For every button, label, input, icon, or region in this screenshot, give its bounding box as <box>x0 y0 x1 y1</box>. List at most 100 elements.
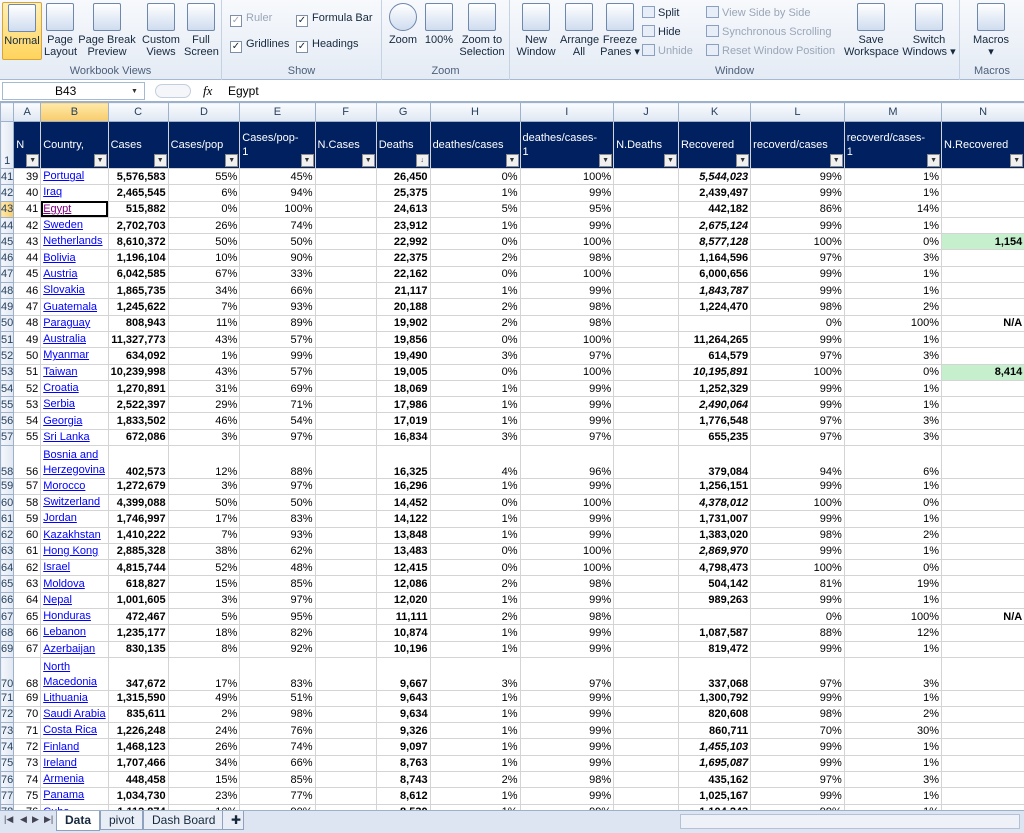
cases-cell[interactable]: 402,573 <box>107 445 169 479</box>
cases-cell[interactable]: 830,135 <box>107 640 169 658</box>
n-cases-cell[interactable] <box>314 216 377 235</box>
recovered-cases-1-cell[interactable]: 1% <box>843 640 943 658</box>
recovered-cases-1-cell[interactable]: 3% <box>843 428 943 447</box>
cases-pop-cell[interactable]: 26% <box>167 216 241 235</box>
n-deaths-cell[interactable] <box>613 167 679 186</box>
n-recovered-cell[interactable]: 8,414 <box>941 363 1024 381</box>
deaths-cases-1-cell[interactable]: 98% <box>519 314 615 332</box>
column-header[interactable]: G <box>375 102 431 122</box>
deaths-cases-1-cell[interactable]: 98% <box>519 575 615 593</box>
deaths-cases-1-cell[interactable]: 100% <box>519 493 615 512</box>
recovered-cases-cell[interactable]: 100% <box>750 233 845 251</box>
header-cell[interactable]: Cases/pop ▼ <box>167 121 241 169</box>
n-cell[interactable]: 74 <box>13 770 42 789</box>
deaths-cases-1-cell[interactable]: 99% <box>519 640 615 658</box>
country-link[interactable]: Lebanon <box>43 626 86 638</box>
country-cell[interactable]: Bosnia and Herzegovina <box>40 445 109 479</box>
row-header[interactable]: 70 <box>0 656 15 691</box>
n-cell[interactable]: 49 <box>13 330 42 349</box>
insert-function-icon[interactable]: fx <box>203 83 212 99</box>
macros-button[interactable]: Macros ▾ <box>966 2 1016 58</box>
recovered-cases-1-cell[interactable]: 1% <box>843 330 943 349</box>
deaths-cases-1-cell[interactable]: 95% <box>519 200 615 218</box>
recovered-cell[interactable]: 819,472 <box>677 640 752 658</box>
n-cases-cell[interactable] <box>314 298 377 316</box>
n-deaths-cell[interactable] <box>613 477 679 495</box>
deaths-cases-cell[interactable]: 3% <box>429 347 521 365</box>
ruler-checkbox[interactable]: ✓ Ruler <box>230 12 272 27</box>
country-link[interactable]: Guatemala <box>43 301 97 313</box>
country-link[interactable]: Armenia <box>43 773 84 785</box>
recovered-cases-cell[interactable]: 99% <box>750 591 845 610</box>
recovered-cases-cell[interactable]: 100% <box>750 493 845 512</box>
country-cell[interactable]: Croatia <box>40 379 109 398</box>
recovered-cell[interactable] <box>677 314 752 332</box>
recovered-cases-1-cell[interactable]: 0% <box>843 363 943 381</box>
deaths-cases-cell[interactable]: 1% <box>429 591 521 610</box>
country-link[interactable]: Taiwan <box>43 366 77 378</box>
cases-cell[interactable]: 2,702,703 <box>107 216 169 235</box>
n-cases-cell[interactable] <box>314 689 377 707</box>
cases-pop-1-cell[interactable]: 57% <box>239 363 316 381</box>
n-cell[interactable]: 60 <box>13 526 42 544</box>
recovered-cases-cell[interactable]: 99% <box>750 379 845 398</box>
n-cell[interactable]: 57 <box>13 477 42 495</box>
zoom-button[interactable]: Zoom <box>386 2 420 46</box>
n-recovered-cell[interactable] <box>941 265 1024 284</box>
cases-pop-cell[interactable]: 3% <box>167 477 241 495</box>
column-header[interactable]: L <box>750 102 845 122</box>
recovered-cases-cell[interactable]: 99% <box>750 477 845 495</box>
recovered-cases-cell[interactable]: 98% <box>750 705 845 724</box>
country-link[interactable]: Sweden <box>43 219 83 231</box>
deaths-cases-cell[interactable]: 1% <box>429 396 521 414</box>
n-cases-cell[interactable] <box>314 233 377 251</box>
sheet-tab-dash-board[interactable]: Dash Board <box>143 811 225 830</box>
cases-pop-1-cell[interactable]: 66% <box>239 754 316 772</box>
recovered-cell[interactable]: 10,195,891 <box>677 363 752 381</box>
deaths-cases-cell[interactable]: 3% <box>429 428 521 447</box>
cases-pop-1-cell[interactable]: 97% <box>239 477 316 495</box>
n-cases-cell[interactable] <box>314 608 377 626</box>
country-link[interactable]: Jordan <box>43 512 77 524</box>
deaths-cases-cell[interactable]: 1% <box>429 282 521 300</box>
cases-cell[interactable]: 835,611 <box>107 705 169 724</box>
cases-pop-cell[interactable]: 43% <box>167 363 241 381</box>
deaths-cases-1-cell[interactable]: 100% <box>519 233 615 251</box>
n-deaths-cell[interactable] <box>613 656 679 691</box>
country-cell[interactable]: Moldova <box>40 575 109 593</box>
deaths-cases-cell[interactable]: 2% <box>429 575 521 593</box>
deaths-cases-cell[interactable]: 1% <box>429 640 521 658</box>
recovered-cases-cell[interactable]: 94% <box>750 445 845 479</box>
n-recovered-cell[interactable]: N/A <box>941 314 1024 332</box>
country-cell[interactable]: Bolivia <box>40 249 109 267</box>
cases-pop-1-cell[interactable]: 71% <box>239 396 316 414</box>
next-sheet-icon[interactable]: ▶ <box>32 814 39 825</box>
row-header[interactable]: 54 <box>0 379 15 398</box>
deaths-cases-cell[interactable]: 0% <box>429 233 521 251</box>
n-cell[interactable]: 55 <box>13 428 42 447</box>
recovered-cases-1-cell[interactable]: 2% <box>843 298 943 316</box>
recovered-cases-1-cell[interactable]: 1% <box>843 689 943 707</box>
recovered-cases-1-cell[interactable]: 0% <box>843 493 943 512</box>
cases-pop-cell[interactable]: 52% <box>167 559 241 577</box>
deaths-cell[interactable]: 16,325 <box>375 445 431 479</box>
recovered-cell[interactable]: 820,608 <box>677 705 752 724</box>
cases-cell[interactable]: 472,467 <box>107 608 169 626</box>
country-cell[interactable]: Netherlands <box>40 233 109 251</box>
row-header[interactable]: 53 <box>0 363 15 381</box>
recovered-cell[interactable]: 860,711 <box>677 722 752 740</box>
recovered-cases-1-cell[interactable]: 3% <box>843 770 943 789</box>
country-cell[interactable]: Switzerland <box>40 493 109 512</box>
row-header[interactable]: 76 <box>0 770 15 789</box>
deaths-cases-1-cell[interactable]: 100% <box>519 330 615 349</box>
cases-pop-cell[interactable]: 67% <box>167 265 241 284</box>
cases-pop-1-cell[interactable]: 54% <box>239 412 316 430</box>
filter-dropdown-icon[interactable]: ▼ <box>736 154 750 167</box>
row-header[interactable]: 58 <box>0 445 15 479</box>
n-recovered-cell[interactable] <box>941 428 1024 447</box>
deaths-cases-1-cell[interactable]: 99% <box>519 477 615 495</box>
recovered-cases-cell[interactable]: 100% <box>750 363 845 381</box>
cases-pop-1-cell[interactable]: 76% <box>239 722 316 740</box>
row-header[interactable]: 47 <box>0 265 15 284</box>
deaths-cell[interactable]: 8,743 <box>375 770 431 789</box>
